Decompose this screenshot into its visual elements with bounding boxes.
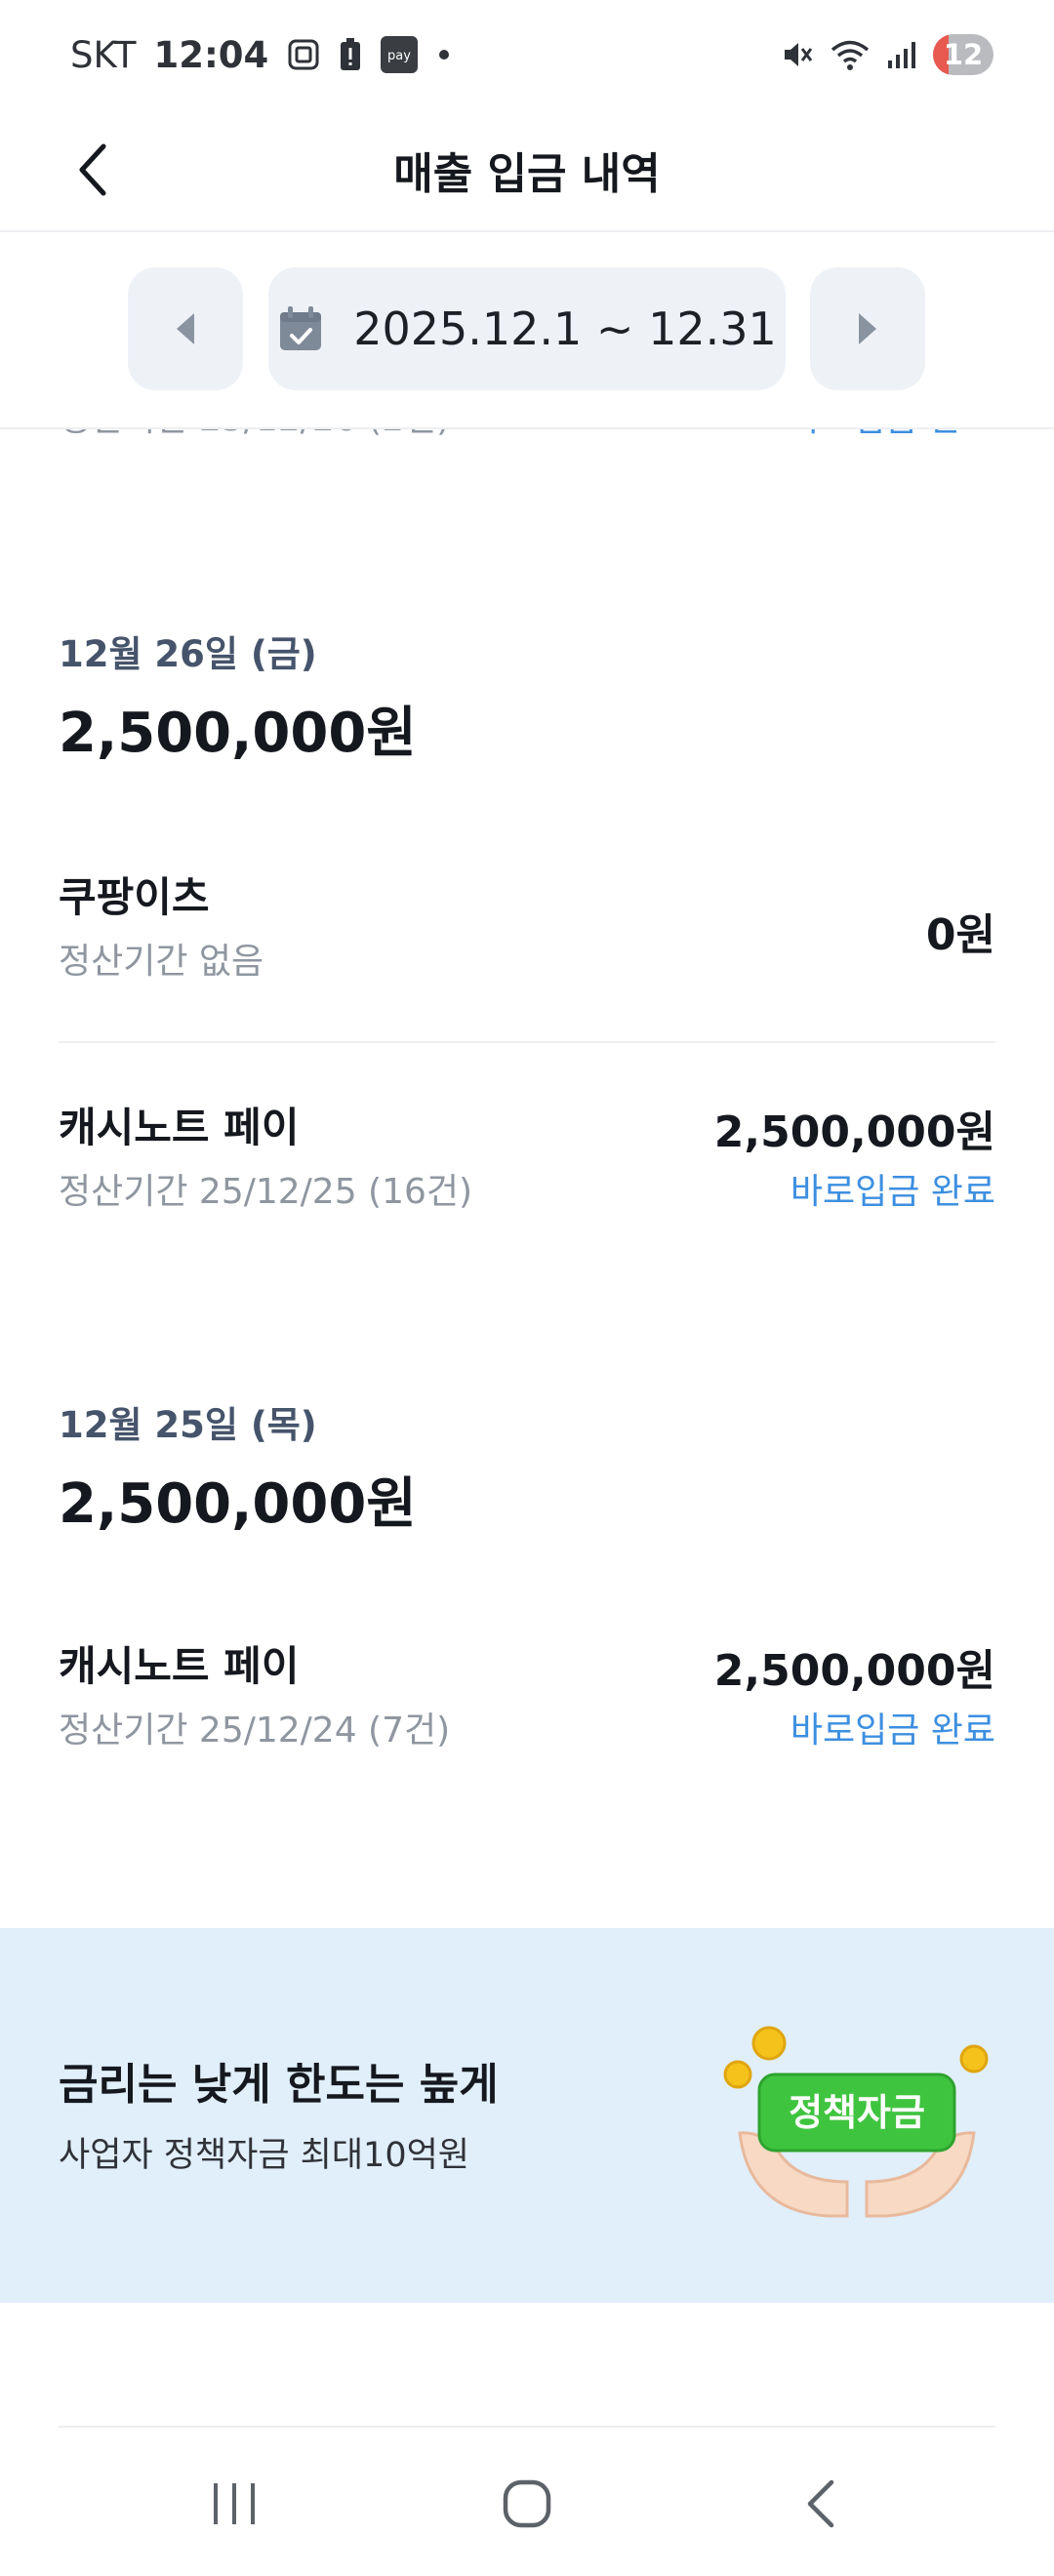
back-button[interactable] — [53, 131, 131, 209]
recent-apps-icon — [214, 2483, 255, 2524]
battery-alert-icon — [339, 37, 362, 72]
entry-amount: 2,500,000원 — [713, 1646, 995, 1696]
battery-indicator: 12 — [933, 34, 993, 75]
coin-icon — [723, 2060, 752, 2089]
date-range-button[interactable]: 2025.12.1 ~ 12.31 — [268, 267, 786, 390]
day-total: 2,500,000원 — [59, 702, 417, 765]
deposit-entry-row[interactable]: 캐시노트 페이 정산기간 25/12/24 (7건) 2,500,000원 바로… — [59, 1633, 995, 1760]
day-total: 2,500,000원 — [59, 1472, 417, 1536]
wifi-icon — [830, 37, 871, 72]
previous-month-button[interactable] — [128, 267, 243, 390]
policy-fund-illustration: 정책자금 — [723, 2026, 989, 2218]
deposit-entry-row[interactable]: 캐시노트 페이 정산기간 25/12/25 (16건) 2,500,000원 바… — [59, 1095, 995, 1222]
entry-period: 정산기간 25/12/25 (16건) — [59, 1172, 473, 1212]
next-section-divider — [59, 2426, 995, 2428]
entry-name: 캐시노트 페이 — [59, 1104, 300, 1151]
status-left: SKT 12:04 pay — [70, 34, 452, 76]
banner-subtitle: 사업자 정책자금 최대10억원 — [59, 2136, 469, 2175]
page-title: 매출 입금 내역 — [393, 149, 661, 199]
battery-level: 12 — [943, 38, 984, 71]
day-date: 12월 25일 (목) — [59, 1404, 317, 1446]
notification-dot-icon — [436, 47, 452, 62]
screenshot-icon — [286, 37, 321, 72]
entry-status: 바로입금 완료 — [790, 1711, 995, 1751]
day-date: 12월 26일 (금) — [59, 633, 317, 675]
caret-right-icon — [859, 313, 876, 344]
signal-icon — [886, 39, 917, 70]
date-filter-bar: 2025.12.1 ~ 12.31 — [0, 232, 1054, 429]
status-bar: SKT 12:04 pay 12 — [0, 0, 1054, 109]
pay-icon-label: pay — [387, 49, 411, 63]
entry-amount: 0원 — [925, 910, 995, 960]
app-header: 매출 입금 내역 — [0, 109, 1054, 232]
banner-title: 금리는 낮게 한도는 높게 — [59, 2060, 499, 2110]
day-summary: 12월 25일 (목) 2,500,000원 — [59, 1395, 995, 1539]
system-back-button[interactable] — [761, 2455, 878, 2553]
calendar-icon — [280, 306, 322, 350]
policy-fund-badge-label: 정책자금 — [789, 2091, 925, 2134]
loan-promo-banner[interactable]: 금리는 낮게 한도는 높게 사업자 정책자금 최대10억원 정책자금 — [0, 1928, 1054, 2303]
status-right: 12 — [779, 34, 993, 75]
recent-apps-button[interactable] — [176, 2455, 293, 2553]
next-month-button[interactable] — [810, 267, 925, 390]
date-range-label: 2025.12.1 ~ 12.31 — [353, 302, 777, 355]
entry-period: 정산기간 없음 — [59, 942, 264, 982]
coin-icon — [751, 2026, 787, 2061]
coin-icon — [959, 2044, 989, 2073]
carrier-label: SKT — [70, 33, 137, 76]
home-icon — [503, 2479, 551, 2528]
caret-left-icon — [177, 313, 194, 344]
home-button[interactable] — [468, 2455, 586, 2553]
pay-icon: pay — [380, 35, 419, 74]
back-arrow-icon — [807, 2479, 834, 2528]
deposit-entry-row[interactable]: 쿠팡이츠 정산기간 없음 0원 — [59, 865, 995, 991]
entry-status: 바로입금 완료 — [790, 1172, 995, 1212]
clock-time: 12:04 — [153, 33, 269, 76]
mute-icon — [779, 37, 814, 72]
entry-period: 정산기간 25/12/24 (7건) — [59, 1711, 451, 1751]
day-summary: 12월 26일 (금) 2,500,000원 — [59, 624, 995, 768]
entry-name: 쿠팡이츠 — [59, 873, 210, 921]
system-navigation-bar — [0, 2432, 1054, 2576]
entry-name: 캐시노트 페이 — [59, 1642, 300, 1690]
chevron-left-icon — [79, 143, 106, 196]
row-divider — [59, 1041, 995, 1043]
entry-amount: 2,500,000원 — [713, 1107, 995, 1157]
